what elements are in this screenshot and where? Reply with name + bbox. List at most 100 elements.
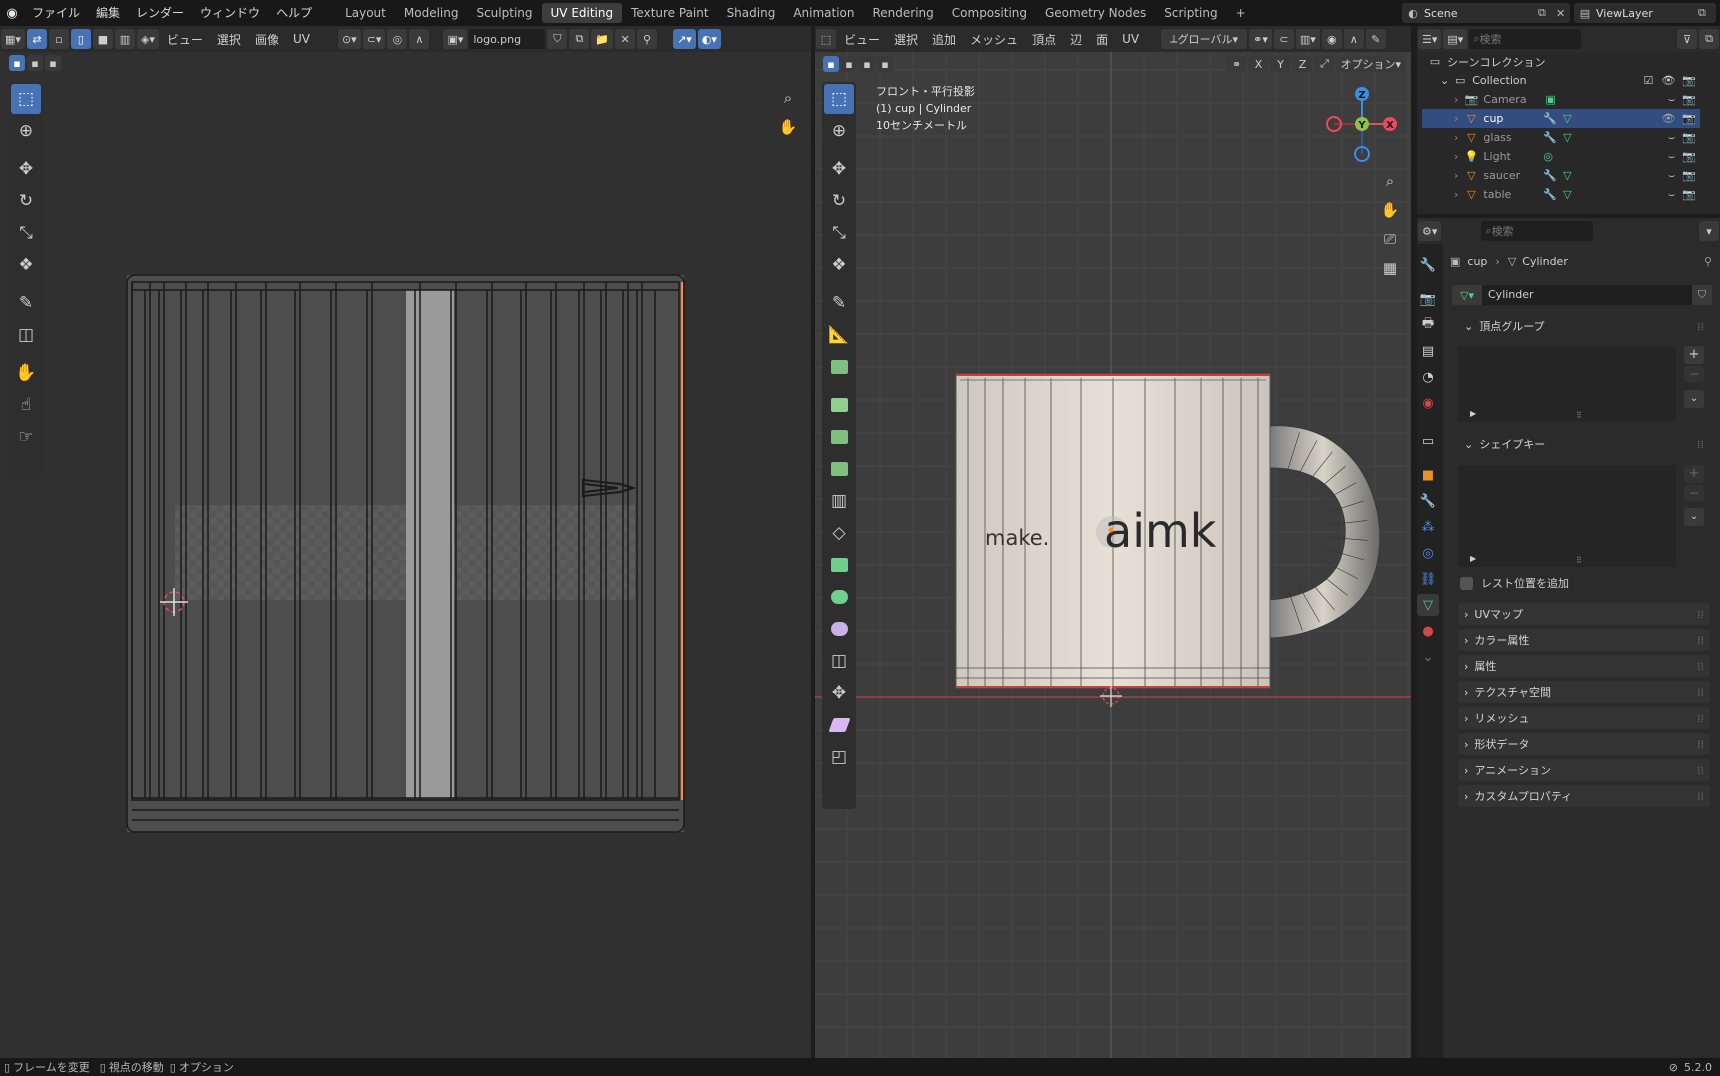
collection-checkbox-icon[interactable]: ☑ [1643,74,1653,87]
gizmo-toggle-icon[interactable]: ↗▾ [673,29,696,49]
pin-properties-icon[interactable]: ⚲ [1704,255,1712,268]
vertex-groups-list[interactable]: ▶ ⠿ [1458,346,1676,422]
tab-animation[interactable]: Animation [784,3,863,23]
tool-tab-icon[interactable]: 🔧 [1417,254,1439,276]
uv-menu-uv[interactable]: UV [286,32,317,46]
panel-header-6[interactable]: › アニメーション ⁞⁞ [1458,759,1710,781]
panel-drag-icon[interactable]: ⁞⁞ [1697,764,1704,777]
menu-window[interactable]: ウィンドウ [192,0,268,26]
sk-add-button[interactable]: + [1684,465,1704,483]
transform-orientation-dropdown[interactable]: ⟂ グローバル ▾ [1161,29,1248,49]
tab-rendering[interactable]: Rendering [864,3,943,23]
sk-list-resize-icon[interactable]: ⠿ [1576,556,1582,565]
menu-edit[interactable]: 編集 [88,0,128,26]
scene-tab-icon[interactable]: ◔ [1417,366,1439,388]
outliner-item-light[interactable]: › 💡 Light ◎ ⌣ 📷 [1422,147,1700,166]
tab-compositing[interactable]: Compositing [943,3,1036,23]
vertex-groups-drag-icon[interactable]: ⁞⁞ [1697,320,1704,333]
collection-expand-icon[interactable]: ⌄ [1440,74,1449,87]
render-visibility-icon[interactable]: 📷 [1682,131,1696,144]
panel-drag-icon[interactable]: ⁞⁞ [1697,608,1704,621]
sk-remove-button[interactable]: − [1684,485,1704,501]
sticky-select-icon[interactable]: ◈▾ [136,29,159,49]
mesh-browse-icon[interactable]: ▽▾ [1452,285,1482,305]
outliner-scene-collection[interactable]: ▭ シーンコレクション [1422,52,1700,71]
vg-menu-button[interactable]: ⌄ [1684,390,1704,408]
panel-header-7[interactable]: › カスタムプロパティ ⁞⁞ [1458,785,1710,807]
vg-list-expand-icon[interactable]: ▶ [1470,409,1476,418]
uv-sync-icon[interactable]: ⇄ [26,29,47,49]
vp-menu-edge[interactable]: 辺 [1063,31,1089,48]
render-visibility-icon[interactable]: 📷 [1682,150,1696,163]
uv-menu-select[interactable]: 選択 [210,31,248,48]
menu-render[interactable]: レンダー [128,0,192,26]
render-visibility-icon[interactable]: 📷 [1682,188,1696,201]
pivot-point-icon[interactable]: ⚭▾ [1249,29,1272,49]
vp-overlay-icon[interactable]: ✎ [1365,29,1386,49]
image-browse-icon[interactable]: ▣▾ [443,29,468,49]
collection-tab-icon[interactable]: ▭ [1417,430,1439,452]
new-scene-icon[interactable]: ⧉ [1538,6,1556,20]
menu-help[interactable]: ヘルプ [268,0,320,26]
blender-logo-icon[interactable]: ◉ [0,6,24,21]
vp-menu-mesh[interactable]: メッシュ [963,31,1025,48]
tab-layout[interactable]: Layout [336,3,395,23]
add-workspace-button[interactable]: + [1227,3,1255,23]
panel-header-3[interactable]: › テクスチャ空間 ⁞⁞ [1458,681,1710,703]
falloff-icon[interactable]: ∧ [409,29,430,49]
render-visibility-icon[interactable]: 📷 [1682,112,1696,125]
collection-render-icon[interactable]: 📷 [1682,74,1696,87]
snap-toggle-icon[interactable]: ⊂ [1273,29,1294,49]
visibility-icon[interactable]: ⌣ [1668,150,1675,164]
shape-keys-drag-icon[interactable]: ⁞⁞ [1697,438,1704,451]
properties-editor-type-icon[interactable]: ⚙▾ [1418,221,1442,241]
visibility-icon[interactable]: ⌣ [1668,188,1675,202]
unlink-image-icon[interactable]: ✕ [615,29,636,49]
proportional-edit-icon[interactable]: ◉ [1321,29,1342,49]
item-expand-icon[interactable]: › [1454,131,1458,144]
panel-drag-icon[interactable]: ⁞⁞ [1697,738,1704,751]
panel-header-4[interactable]: › リメッシュ ⁞⁞ [1458,707,1710,729]
vp-menu-uv[interactable]: UV [1115,32,1146,46]
constraints-tab-icon[interactable]: ⛓ [1417,568,1439,590]
item-expand-icon[interactable]: › [1454,150,1458,163]
object-tab-icon[interactable]: ■ [1417,464,1439,486]
proportional-icon[interactable]: ◎ [387,29,408,49]
overlay-toggle-icon[interactable]: ◐▾ [697,29,721,49]
output-tab-icon[interactable]: 🖶 [1417,314,1439,336]
collection-visibility-icon[interactable]: 👁 [1661,74,1675,87]
snap-target-icon[interactable]: ▥▾ [1295,29,1320,49]
data-tab-icon[interactable]: ▽ [1417,594,1439,616]
vp-menu-select[interactable]: 選択 [887,31,925,48]
outliner-collection[interactable]: ⌄ ▭ Collection ☑ 👁 📷 [1422,71,1700,90]
delete-scene-icon[interactable]: ✕ [1556,7,1570,20]
panel-header-1[interactable]: › カラー属性 ⁞⁞ [1458,629,1710,651]
falloff-type-icon[interactable]: ∧ [1343,29,1364,49]
tab-shading[interactable]: Shading [718,3,785,23]
rest-position-checkbox[interactable] [1460,576,1473,590]
vp-menu-add[interactable]: 追加 [925,31,963,48]
cup-mesh[interactable]: make. aimk [815,52,1411,1058]
physics-tab-icon[interactable]: ◎ [1417,542,1439,564]
visibility-icon[interactable]: ⌣ [1668,131,1675,145]
texture-tab-icon[interactable]: ⌄ [1417,646,1439,668]
tab-texture-paint[interactable]: Texture Paint [622,3,717,23]
vp-menu-view[interactable]: ビュー [837,31,887,48]
uv-canvas[interactable] [0,52,811,1058]
panel-drag-icon[interactable]: ⁞⁞ [1697,712,1704,725]
panel-drag-icon[interactable]: ⁞⁞ [1697,790,1704,803]
vertex-select-icon[interactable]: ▫ [48,29,69,49]
panel-drag-icon[interactable]: ⁞⁞ [1697,686,1704,699]
display-mode-icon[interactable]: ▤▾ [1443,29,1468,49]
visibility-icon[interactable]: ⌣ [1668,169,1675,183]
vp-menu-face[interactable]: 面 [1089,31,1115,48]
panel-drag-icon[interactable]: ⁞⁞ [1697,660,1704,673]
visibility-icon[interactable]: ⌣ [1668,93,1675,107]
render-visibility-icon[interactable]: 📷 [1682,93,1696,106]
vp-menu-vertex[interactable]: 頂点 [1025,31,1063,48]
vg-add-button[interactable]: + [1684,346,1704,364]
viewport-editor-type-icon[interactable]: ⬚ [816,29,836,49]
new-collection-icon[interactable]: ⧉ [1699,29,1719,49]
snap-icon[interactable]: ⊂▾ [362,29,386,49]
item-expand-icon[interactable]: › [1454,188,1458,201]
